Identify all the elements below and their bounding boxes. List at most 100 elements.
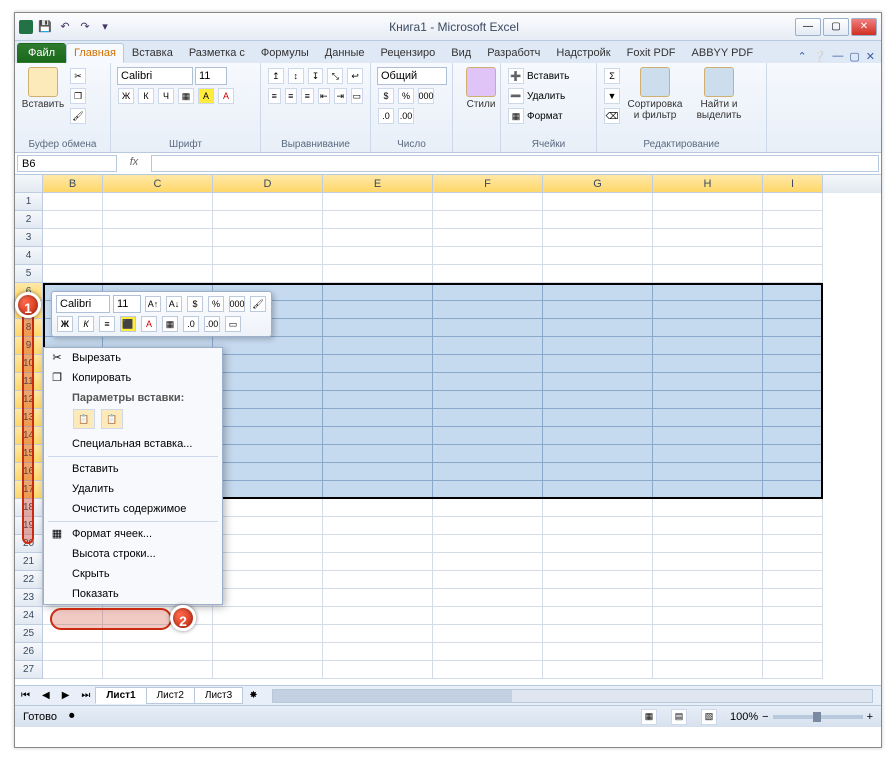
fill-color-icon[interactable]: A bbox=[198, 88, 214, 104]
cell[interactable] bbox=[433, 301, 543, 319]
cell[interactable] bbox=[433, 211, 543, 229]
wrap-icon[interactable]: ↩ bbox=[347, 68, 363, 84]
cell[interactable] bbox=[763, 247, 823, 265]
cell[interactable] bbox=[433, 661, 543, 679]
align-center-icon[interactable]: ≡ bbox=[285, 88, 298, 104]
cell[interactable] bbox=[323, 607, 433, 625]
cell[interactable] bbox=[653, 229, 763, 247]
cell[interactable] bbox=[213, 355, 323, 373]
cell[interactable] bbox=[653, 373, 763, 391]
view-normal-icon[interactable]: ▦ bbox=[641, 709, 657, 725]
cell[interactable] bbox=[433, 193, 543, 211]
cell[interactable] bbox=[433, 247, 543, 265]
tab-data[interactable]: Данные bbox=[317, 43, 373, 63]
cell[interactable] bbox=[103, 229, 213, 247]
mini-dec-dec-icon[interactable]: .00 bbox=[204, 316, 220, 332]
cell[interactable] bbox=[433, 499, 543, 517]
cell[interactable] bbox=[543, 319, 653, 337]
cell[interactable] bbox=[653, 481, 763, 499]
new-sheet-icon[interactable]: ✸ bbox=[243, 690, 263, 701]
italic-button[interactable]: К bbox=[138, 88, 154, 104]
cell[interactable] bbox=[763, 643, 823, 661]
sheet-nav-last-icon[interactable]: ⏭ bbox=[75, 690, 96, 701]
zoom-control[interactable]: 100% − + bbox=[730, 711, 873, 723]
mini-currency-icon[interactable]: $ bbox=[187, 296, 203, 312]
cell[interactable] bbox=[323, 517, 433, 535]
cell[interactable] bbox=[43, 643, 103, 661]
cell[interactable] bbox=[433, 625, 543, 643]
tab-addins[interactable]: Надстройк bbox=[548, 43, 618, 63]
cell[interactable] bbox=[763, 445, 823, 463]
cell[interactable] bbox=[543, 391, 653, 409]
cell[interactable] bbox=[543, 211, 653, 229]
cells-format-button[interactable]: Формат bbox=[527, 111, 563, 122]
cell[interactable] bbox=[213, 265, 323, 283]
cell[interactable] bbox=[433, 229, 543, 247]
cells-insert-icon[interactable]: ➕ bbox=[508, 68, 524, 84]
cell[interactable] bbox=[433, 337, 543, 355]
cell[interactable] bbox=[763, 211, 823, 229]
mini-grow-icon[interactable]: A↑ bbox=[145, 296, 161, 312]
cell[interactable] bbox=[433, 373, 543, 391]
mini-align-icon[interactable]: ≡ bbox=[99, 316, 115, 332]
bold-button[interactable]: Ж bbox=[118, 88, 134, 104]
cell[interactable] bbox=[763, 589, 823, 607]
cell[interactable] bbox=[43, 211, 103, 229]
ctx-paste-special[interactable]: Специальная вставка... bbox=[44, 434, 222, 454]
cell[interactable] bbox=[213, 607, 323, 625]
cell[interactable] bbox=[653, 643, 763, 661]
tab-review[interactable]: Рецензиро bbox=[373, 43, 444, 63]
cell[interactable] bbox=[763, 427, 823, 445]
cell[interactable] bbox=[323, 553, 433, 571]
cell[interactable] bbox=[213, 427, 323, 445]
tab-layout[interactable]: Разметка с bbox=[181, 43, 253, 63]
cell[interactable] bbox=[653, 301, 763, 319]
tab-abbyy[interactable]: ABBYY PDF bbox=[684, 43, 762, 63]
cells-delete-button[interactable]: Удалить bbox=[527, 91, 565, 102]
cell[interactable] bbox=[43, 247, 103, 265]
cell[interactable] bbox=[763, 337, 823, 355]
qat-redo[interactable]: ↷ bbox=[77, 19, 93, 35]
sheet-nav-prev-icon[interactable]: ◀ bbox=[36, 690, 56, 701]
cell[interactable] bbox=[763, 661, 823, 679]
mini-percent-icon[interactable]: % bbox=[208, 296, 224, 312]
cell[interactable] bbox=[763, 283, 823, 301]
ctx-row-height[interactable]: Высота строки... bbox=[44, 544, 222, 564]
align-top-icon[interactable]: ↥ bbox=[268, 68, 284, 84]
cell[interactable] bbox=[323, 265, 433, 283]
cell[interactable] bbox=[653, 625, 763, 643]
cell[interactable] bbox=[543, 481, 653, 499]
cell[interactable] bbox=[763, 229, 823, 247]
cell[interactable] bbox=[43, 661, 103, 679]
cell[interactable] bbox=[543, 355, 653, 373]
cell[interactable] bbox=[543, 301, 653, 319]
cell[interactable] bbox=[653, 607, 763, 625]
cell[interactable] bbox=[323, 445, 433, 463]
cell[interactable] bbox=[653, 247, 763, 265]
paste-button[interactable]: Вставить bbox=[21, 67, 65, 110]
font-name-combo[interactable]: Calibri bbox=[117, 67, 193, 85]
cell[interactable] bbox=[543, 499, 653, 517]
tab-formulas[interactable]: Формулы bbox=[253, 43, 317, 63]
align-bot-icon[interactable]: ↧ bbox=[308, 68, 324, 84]
cell[interactable] bbox=[653, 571, 763, 589]
cell[interactable] bbox=[213, 571, 323, 589]
view-layout-icon[interactable]: ▤ bbox=[671, 709, 687, 725]
cell[interactable] bbox=[433, 283, 543, 301]
tab-home[interactable]: Главная bbox=[66, 43, 124, 63]
cell[interactable] bbox=[213, 625, 323, 643]
font-size-combo[interactable]: 11 bbox=[195, 67, 227, 85]
cell[interactable] bbox=[763, 409, 823, 427]
border-icon[interactable]: ▦ bbox=[178, 88, 194, 104]
row-header[interactable]: 1 bbox=[15, 193, 43, 211]
name-box[interactable]: B6 bbox=[17, 155, 117, 172]
cell[interactable] bbox=[213, 373, 323, 391]
cell[interactable] bbox=[323, 625, 433, 643]
cell[interactable] bbox=[433, 553, 543, 571]
cell[interactable] bbox=[653, 193, 763, 211]
mini-bold-icon[interactable]: Ж bbox=[57, 316, 73, 332]
help-icon[interactable]: ❔ bbox=[813, 50, 827, 63]
row-header[interactable]: 22 bbox=[15, 571, 43, 589]
mini-italic-icon[interactable]: К bbox=[78, 316, 94, 332]
align-left-icon[interactable]: ≡ bbox=[268, 88, 281, 104]
